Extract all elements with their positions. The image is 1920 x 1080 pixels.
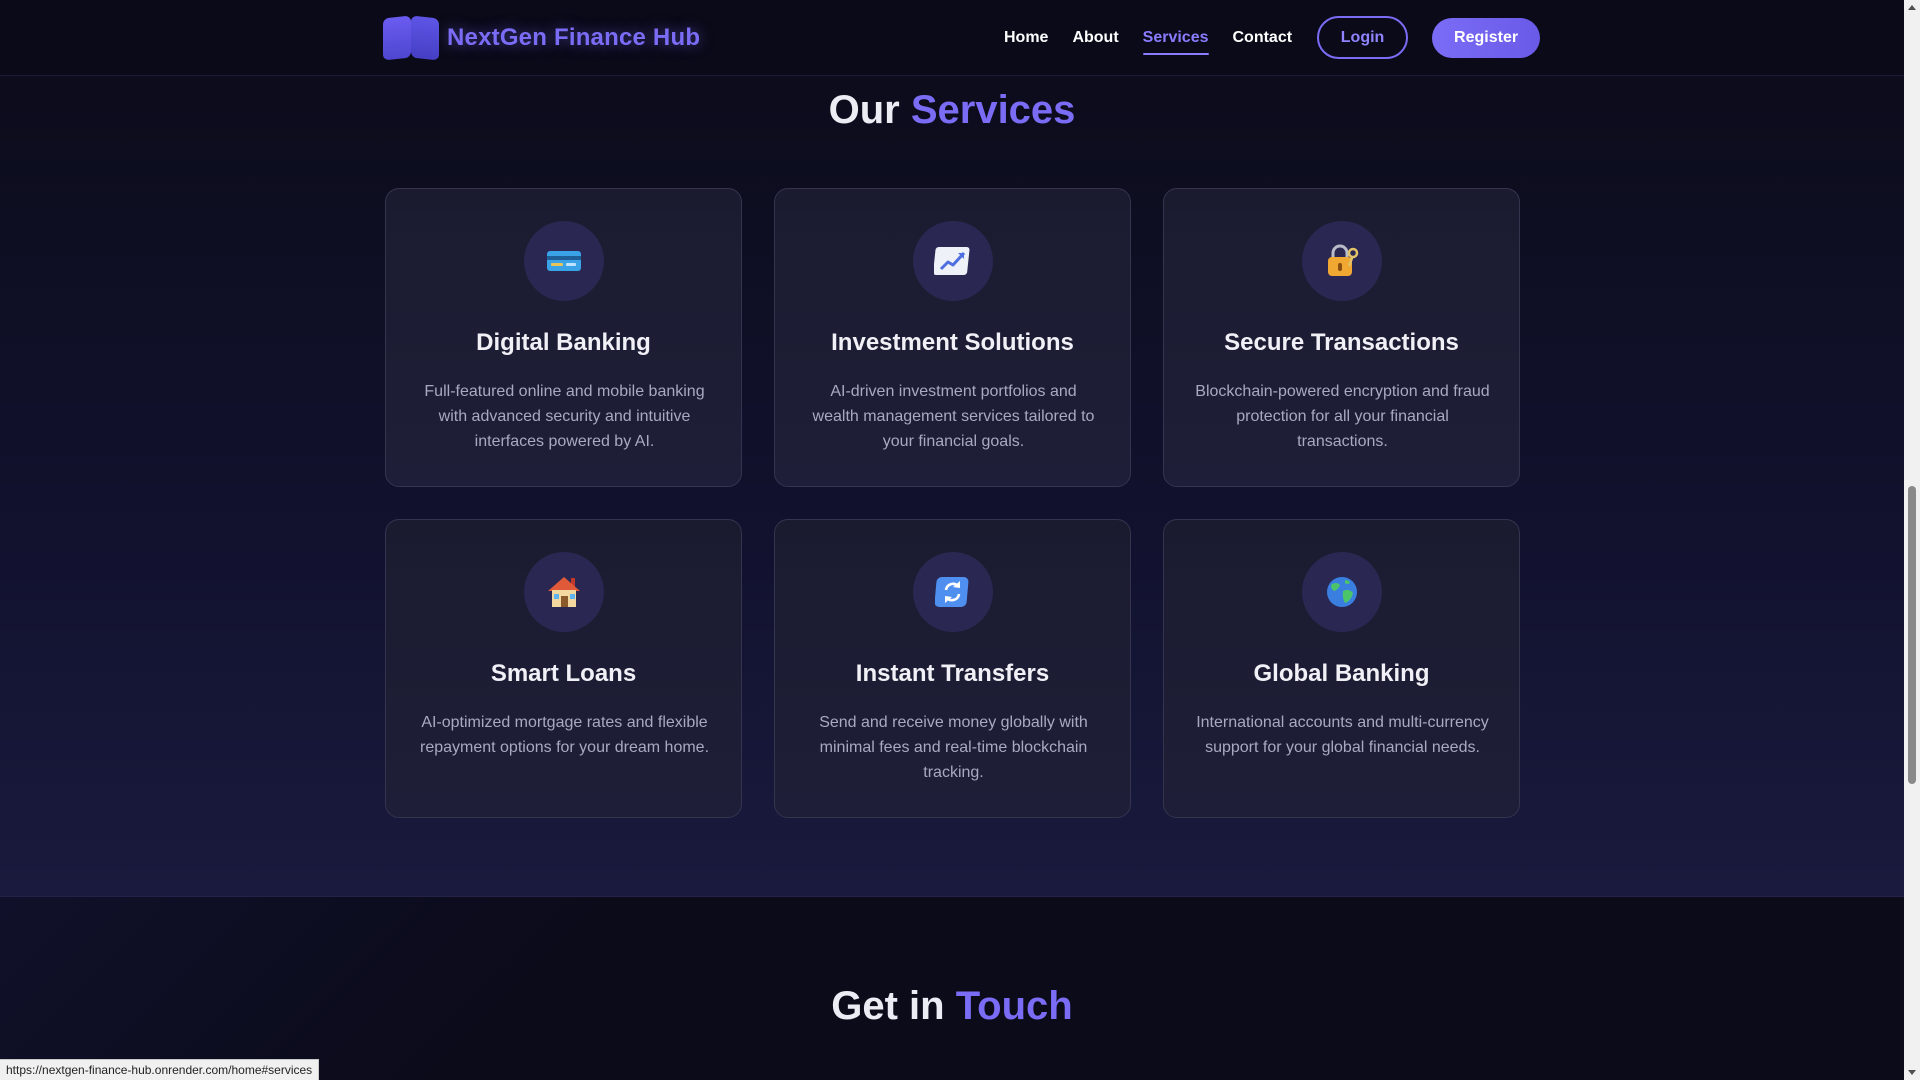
nav-home[interactable]: Home [1004, 21, 1048, 55]
scroll-down-arrow-icon[interactable] [1908, 1070, 1916, 1075]
services-section: Our Services Digital Banking Full-featur… [0, 76, 1904, 897]
card-title: Investment Solutions [831, 329, 1074, 356]
card-description: Full-featured online and mobile banking … [424, 383, 705, 450]
service-card-instant-transfers[interactable]: Instant Transfers Send and receive money… [774, 519, 1131, 818]
refresh-arrows-icon [913, 552, 993, 632]
card-title: Secure Transactions [1224, 329, 1459, 356]
globe-icon [1302, 552, 1382, 632]
main-nav: Home About Services Contact Login Regist… [1004, 16, 1541, 59]
contact-section: Get in Touch [0, 897, 1904, 1080]
scroll-up-arrow-icon[interactable] [1908, 5, 1916, 10]
credit-card-icon [524, 221, 604, 301]
services-title-accent: Services [910, 88, 1076, 132]
card-title: Instant Transfers [855, 660, 1050, 687]
services-title-prefix: Our [828, 88, 900, 132]
scroll-thumb[interactable] [1908, 486, 1916, 784]
login-button[interactable]: Login [1317, 16, 1409, 59]
brand[interactable]: NextGen Finance Hub [383, 15, 700, 61]
card-title: Global Banking [1253, 660, 1430, 687]
contact-title-prefix: Get in [831, 984, 945, 1028]
card-title: Smart Loans [490, 660, 637, 687]
contact-title: Get in Touch [0, 984, 1904, 1029]
nav-contact[interactable]: Contact [1233, 21, 1293, 55]
card-title: Digital Banking [476, 329, 651, 356]
card-description: Blockchain-powered encryption and fraud … [1195, 383, 1490, 450]
service-card-investment-solutions[interactable]: Investment Solutions AI-driven investmen… [774, 188, 1131, 487]
service-card-global-banking[interactable]: Global Banking International accounts an… [1163, 519, 1520, 818]
logo-icon [383, 15, 441, 61]
services-title: Our Services [0, 88, 1904, 133]
card-description: Send and receive money globally with min… [819, 714, 1088, 781]
lock-with-key-icon [1302, 221, 1382, 301]
contact-title-accent: Touch [955, 984, 1073, 1028]
register-button[interactable]: Register [1432, 17, 1541, 58]
vertical-scrollbar[interactable] [1904, 0, 1920, 1080]
house-icon [524, 552, 604, 632]
card-description: AI-driven investment portfolios and weal… [812, 383, 1095, 450]
status-bar-url: https://nextgen-finance-hub.onrender.com… [0, 1059, 320, 1080]
site-header: NextGen Finance Hub Home About Services … [0, 0, 1904, 76]
brand-name: NextGen Finance Hub [447, 24, 701, 51]
page: NextGen Finance Hub Home About Services … [0, 0, 1920, 1080]
card-description: International accounts and multi-currenc… [1196, 714, 1489, 756]
nav-services[interactable]: Services [1142, 21, 1209, 55]
card-description: AI-optimized mortgage rates and flexible… [419, 714, 710, 756]
chart-increasing-icon [913, 221, 993, 301]
service-card-digital-banking[interactable]: Digital Banking Full-featured online and… [385, 188, 742, 487]
service-card-secure-transactions[interactable]: Secure Transactions Blockchain-powered e… [1163, 188, 1520, 487]
nav-about[interactable]: About [1072, 21, 1118, 55]
service-card-smart-loans[interactable]: Smart Loans AI-optimized mortgage rates … [385, 519, 742, 818]
